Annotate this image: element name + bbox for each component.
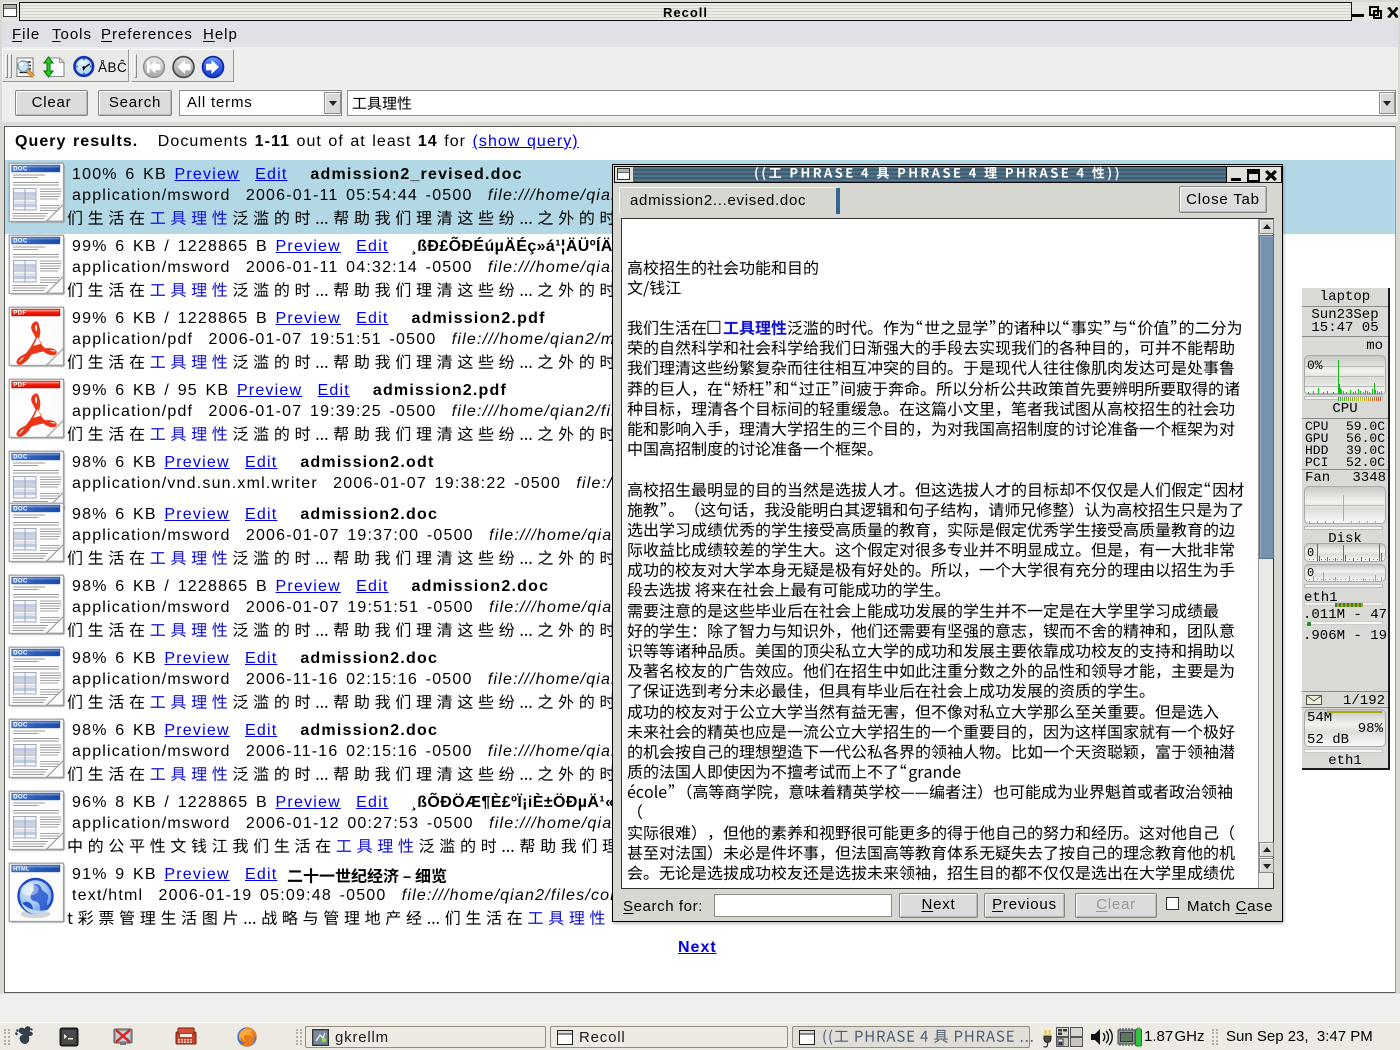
svg-text:ÅBĈ: ÅBĈ	[98, 60, 127, 75]
